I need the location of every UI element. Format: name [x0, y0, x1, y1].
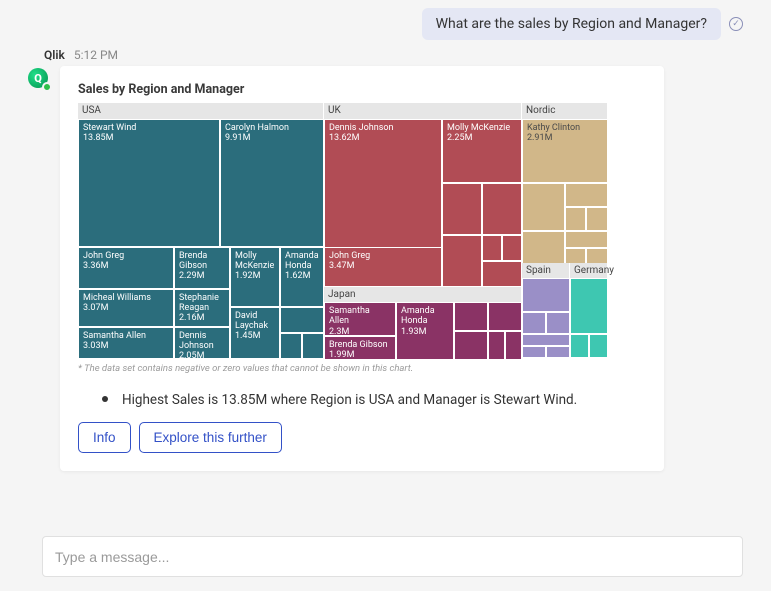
chart-footnote: * The data set contains negative or zero… [78, 363, 646, 374]
cell-usa-micheal-williams[interactable]: Micheal Williams 3.07M [78, 289, 174, 327]
cell-uk-molly-mckenzie[interactable]: Molly McKenzie 2.25M [442, 119, 522, 183]
region-header-japan: Japan [324, 287, 522, 303]
cell-uk-john-greg[interactable]: John Greg 3.47M [324, 247, 442, 287]
response-card: Sales by Region and Manager USA Stewart … [60, 66, 664, 471]
info-button[interactable]: Info [78, 422, 131, 453]
cell-usa-john-greg[interactable]: John Greg 3.36M [78, 247, 174, 289]
chart-title: Sales by Region and Manager [78, 82, 646, 97]
sender-name: Qlik [44, 48, 65, 62]
explore-further-button[interactable]: Explore this further [139, 422, 282, 453]
cell-japan-amanda-honda[interactable]: Amanda Honda 1.93M [396, 302, 454, 360]
cell-usa-stephanie-reagan[interactable]: Stephanie Reagan 2.16M [174, 289, 230, 327]
sender-time: 5:12 PM [74, 48, 118, 62]
presence-online-icon [42, 82, 52, 92]
user-message-bubble: What are the sales by Region and Manager… [422, 8, 721, 40]
sender-meta: Qlik 5:12 PM [44, 48, 743, 62]
cell-usa-samantha-allen[interactable]: Samantha Allen 3.03M [78, 327, 174, 359]
region-header-usa: USA [78, 103, 324, 119]
cell-usa-brenda-gibson[interactable]: Brenda Gibson 2.29M [174, 247, 230, 289]
bullet-icon [102, 396, 108, 402]
region-header-germany: Germany [570, 263, 608, 278]
sent-check-icon: ✓ [729, 17, 743, 31]
cell-usa-molly-mckenzie[interactable]: Molly McKenzie 1.92M [230, 247, 280, 307]
region-header-spain: Spain [522, 263, 570, 278]
cell-usa-carolyn-halmon[interactable]: Carolyn Halmon 9.91M [220, 119, 324, 247]
cell-usa-amanda-honda[interactable]: Amanda Honda 1.62M [280, 247, 324, 307]
cell-usa-david-laychak[interactable]: David Laychak 1.45M [230, 307, 280, 359]
cell-usa-stewart-wind[interactable]: Stewart Wind 13.85M [78, 119, 220, 247]
insight-text: Highest Sales is 13.85M where Region is … [82, 392, 642, 408]
message-input[interactable] [55, 549, 730, 565]
cell-usa-dennis-johnson[interactable]: Dennis Johnson 2.05M [174, 327, 230, 359]
avatar: Q [28, 68, 50, 90]
cell-japan-samantha-allen[interactable]: Samantha Allen 2.3M [324, 302, 396, 336]
cell-japan-brenda-gibson[interactable]: Brenda Gibson 1.99M [324, 336, 396, 360]
region-header-nordic: Nordic [522, 103, 608, 119]
region-header-uk: UK [324, 103, 522, 119]
message-composer[interactable] [42, 536, 743, 577]
cell-nordic-kathy-clinton[interactable]: Kathy Clinton 2.91M [522, 119, 608, 183]
